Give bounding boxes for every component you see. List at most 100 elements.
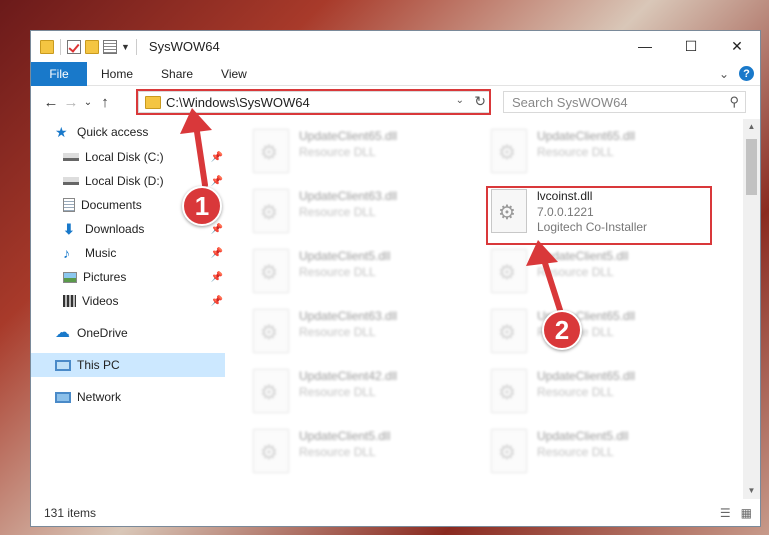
callout-2-badge: 2	[542, 310, 582, 350]
customize-icon[interactable]	[103, 39, 117, 54]
window-controls: — ☐ ✕	[622, 31, 760, 61]
file-item[interactable]: UpdateClient5.dll Resource DLL	[491, 249, 711, 305]
pictures-icon	[63, 271, 77, 283]
drive-icon	[63, 177, 79, 185]
sidebar-item-network[interactable]: Network	[31, 385, 227, 409]
sidebar-item-label: This PC	[77, 358, 120, 372]
properties-check-icon[interactable]	[67, 39, 81, 54]
sidebar-item-local-disk-c[interactable]: Local Disk (C:) 📌	[31, 145, 227, 169]
file-item[interactable]: UpdateClient5.dll Resource DLL	[491, 429, 711, 485]
navigation-bar: ← → ⌄ ↑ C:\Windows\SysWOW64 ⌄ ↻ Search S…	[31, 86, 760, 118]
help-icon[interactable]: ?	[739, 66, 754, 81]
file-name: UpdateClient5.dll	[299, 429, 391, 443]
dll-file-icon	[253, 309, 289, 353]
recent-locations-button[interactable]: ⌄	[81, 97, 95, 108]
documents-icon	[63, 198, 75, 212]
view-toggles: ☰ ▦	[720, 506, 752, 520]
dll-file-icon	[491, 309, 527, 353]
pin-icon[interactable]: 📌	[211, 272, 223, 283]
dll-file-icon	[253, 249, 289, 293]
folder-icon	[40, 39, 54, 54]
dll-file-icon	[491, 129, 527, 173]
file-item[interactable]: UpdateClient65.dll Resource DLL	[491, 369, 711, 425]
file-item[interactable]: UpdateClient42.dll Resource DLL	[253, 369, 473, 425]
pin-icon[interactable]: 📌	[211, 176, 223, 187]
file-item[interactable]: UpdateClient5.dll Resource DLL	[253, 249, 473, 305]
file-description: Resource DLL	[299, 265, 376, 279]
file-description: Resource DLL	[537, 385, 614, 399]
file-description: Resource DLL	[537, 265, 614, 279]
pin-icon[interactable]: 📌	[211, 152, 223, 163]
scroll-up-icon[interactable]: ▲	[743, 119, 760, 135]
sidebar-item-pictures[interactable]: Pictures 📌	[31, 265, 227, 289]
ribbon-right-controls: ⌄ ?	[719, 66, 754, 81]
file-name: UpdateClient63.dll	[299, 189, 398, 203]
tab-file[interactable]: File	[31, 61, 87, 86]
file-description: Resource DLL	[299, 445, 376, 459]
scrollbar-thumb[interactable]	[746, 139, 757, 195]
pin-icon[interactable]: 📌	[211, 296, 223, 307]
file-item[interactable]: UpdateClient65.dll Resource DLL	[491, 129, 711, 185]
tab-view[interactable]: View	[207, 67, 261, 81]
sidebar-item-music[interactable]: ♪ Music 📌	[31, 241, 227, 265]
file-name: UpdateClient5.dll	[537, 429, 629, 443]
search-input[interactable]: Search SysWOW64 ⚲	[503, 91, 746, 113]
close-button[interactable]: ✕	[714, 31, 760, 61]
search-icon[interactable]: ⚲	[729, 94, 739, 110]
pin-icon[interactable]: 📌	[211, 248, 223, 259]
file-list: UpdateClient65.dll Resource DLL UpdateCli…	[227, 119, 741, 499]
music-icon: ♪	[63, 245, 70, 261]
toolbar-separator	[135, 38, 137, 55]
sidebar-item-label: Local Disk (C:)	[85, 150, 164, 164]
item-count: 131 items	[44, 506, 97, 520]
scroll-down-icon[interactable]: ▼	[743, 483, 760, 499]
file-description: Resource DLL	[299, 145, 376, 159]
file-name: UpdateClient65.dll	[299, 129, 398, 143]
file-item[interactable]: UpdateClient5.dll Resource DLL	[253, 429, 473, 485]
file-item[interactable]: UpdateClient63.dll Resource DLL	[253, 309, 473, 365]
minimize-button[interactable]: —	[622, 31, 668, 61]
sidebar-item-this-pc[interactable]: This PC	[31, 353, 225, 377]
details-view-icon[interactable]: ☰	[720, 506, 731, 520]
sidebar-item-label: Pictures	[83, 270, 127, 284]
file-item[interactable]: UpdateClient65.dll Resource DLL	[253, 129, 473, 185]
pc-icon	[55, 359, 71, 371]
sidebar-item-label: Videos	[82, 294, 119, 308]
file-name: UpdateClient65.dll	[537, 369, 636, 383]
sidebar-item-videos[interactable]: Videos 📌	[31, 289, 227, 313]
maximize-button[interactable]: ☐	[668, 31, 714, 61]
tab-home[interactable]: Home	[87, 67, 147, 81]
up-button[interactable]: ↑	[95, 94, 115, 111]
file-item[interactable]: UpdateClient63.dll Resource DLL	[253, 189, 473, 245]
vertical-scrollbar[interactable]: ▲ ▼	[743, 119, 760, 499]
file-item[interactable]: UpdateClient65.dllResource DLL	[491, 309, 711, 365]
tab-share[interactable]: Share	[147, 67, 207, 81]
file-description: Resource DLL	[537, 145, 614, 159]
sidebar-item-onedrive[interactable]: ☁ OneDrive	[31, 321, 227, 345]
dll-file-icon	[253, 189, 289, 233]
dll-file-icon	[491, 429, 527, 473]
large-icons-view-icon[interactable]: ▦	[741, 506, 752, 520]
forward-button[interactable]: →	[61, 94, 81, 111]
address-highlight-box	[136, 89, 491, 115]
sidebar-item-label: Downloads	[85, 222, 145, 236]
new-folder-icon[interactable]	[85, 39, 99, 54]
toolbar-separator	[60, 38, 61, 55]
drive-icon	[63, 153, 79, 161]
dll-file-icon	[253, 129, 289, 173]
cloud-icon: ☁	[55, 324, 70, 341]
sidebar-item-label: Documents	[81, 198, 142, 212]
dll-file-icon	[253, 429, 289, 473]
back-button[interactable]: ←	[41, 94, 61, 111]
qat-dropdown-icon[interactable]: ▼	[121, 42, 130, 52]
callout-1-badge: 1	[182, 186, 222, 226]
search-placeholder: Search SysWOW64	[512, 94, 628, 110]
file-name: UpdateClient63.dll	[299, 309, 398, 323]
pin-icon[interactable]: 📌	[211, 224, 223, 235]
file-name: UpdateClient65.dll	[537, 129, 636, 143]
sidebar-item-quick-access[interactable]: ★ Quick access	[31, 119, 227, 145]
navigation-pane: ★ Quick access Local Disk (C:) 📌 Local D…	[31, 119, 227, 499]
file-name: UpdateClient5.dll	[537, 249, 629, 263]
title-bar: ▼ SysWOW64 — ☐ ✕	[31, 31, 760, 62]
expand-ribbon-icon[interactable]: ⌄	[719, 67, 729, 81]
